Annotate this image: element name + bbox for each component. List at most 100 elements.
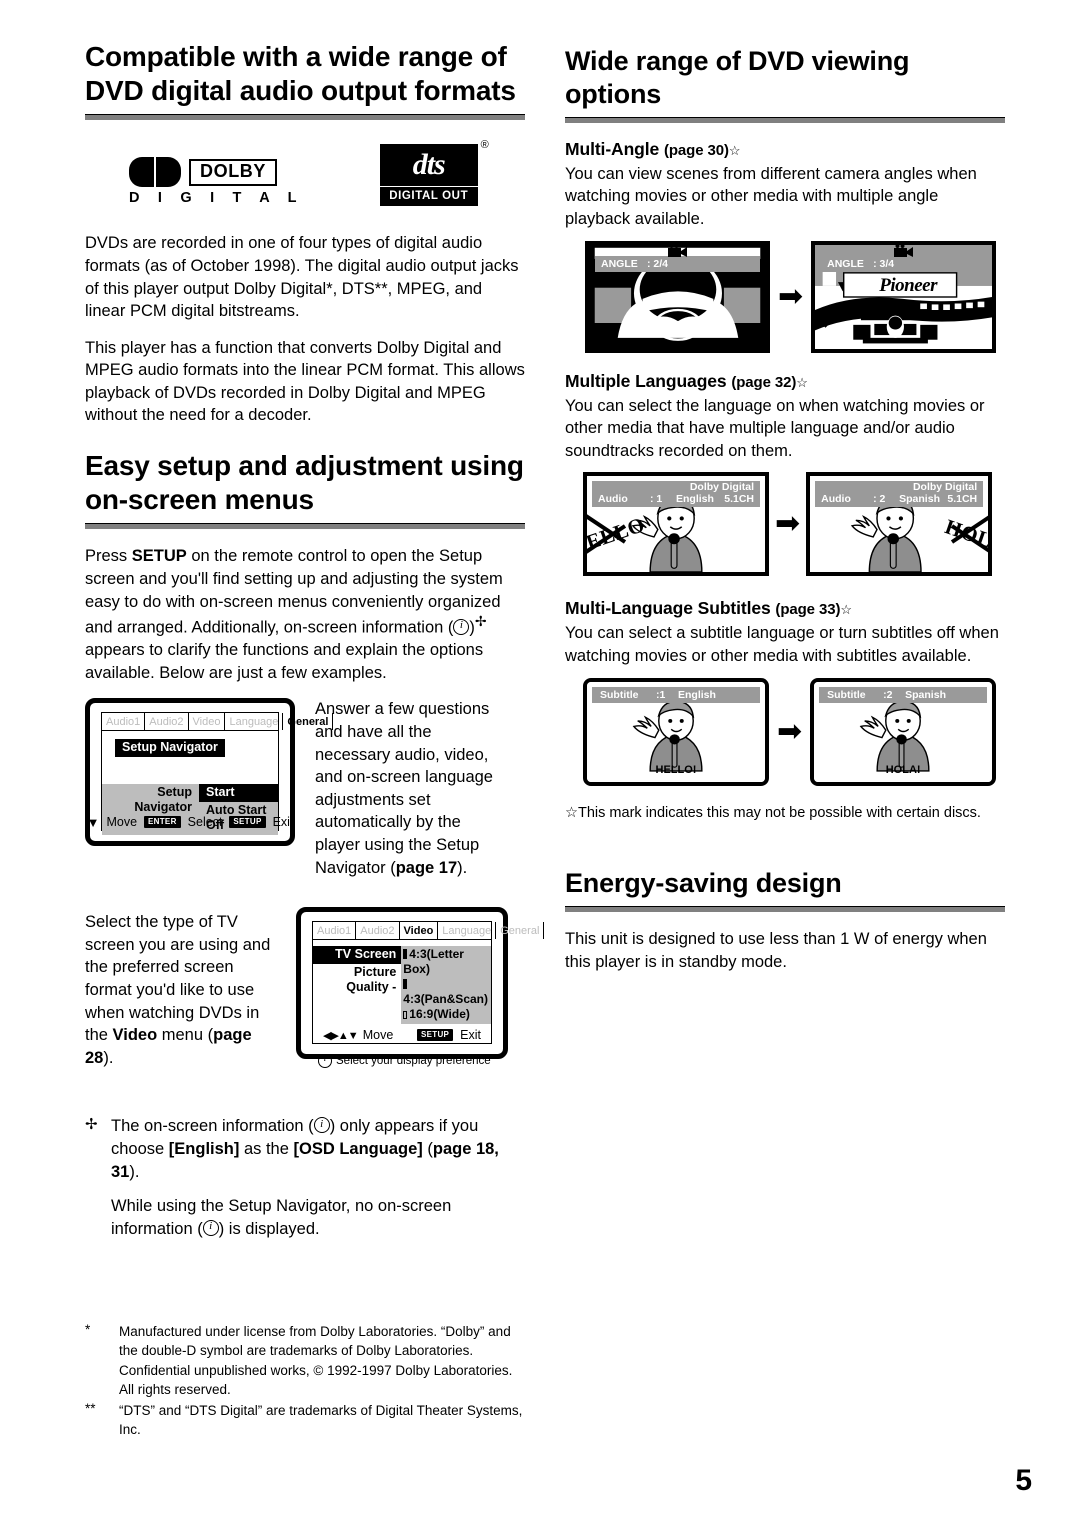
star-icon-multiple-languages: ☆	[796, 374, 808, 390]
caption-setup-navigator-tail: ).	[457, 858, 468, 877]
osd-info-line: Select your display preference	[313, 1053, 491, 1069]
arrow-right-icon-angle: ➡	[778, 278, 804, 314]
subtitle-label-left: Subtitle	[600, 688, 639, 701]
subheading-multi-angle: Multi-Angle (page 30)☆	[565, 139, 1005, 160]
angle-label-left: ANGLE	[601, 257, 638, 270]
subtitle-label-right: Subtitle	[827, 688, 866, 701]
osd-option-4-3-letterbox[interactable]: 4:3(Letter Box)	[401, 946, 491, 977]
note-on-screen-info: ✢ The on-screen information () only appe…	[85, 1115, 525, 1240]
osd-tab-audio1[interactable]: Audio1	[102, 713, 146, 731]
osd-tab-video-language[interactable]: Language	[438, 922, 497, 940]
info-icon	[453, 617, 470, 635]
osd-footer-general: ▼ Move ENTER Select SETUP Exit	[87, 815, 294, 830]
subheading-subtitles: Multi-Language Subtitles (page 33)☆	[565, 598, 1005, 619]
dolby-wordmark: DOLBY	[189, 158, 277, 186]
illustration-row-languages: Dolby Digital Audio : 1 English 5.1CH HE…	[583, 472, 1005, 577]
subtitle-num-left: :1	[656, 688, 666, 701]
caption-page-ref-17: page 17	[395, 858, 458, 877]
note-text-d: (	[422, 1139, 433, 1158]
osd-tab-video[interactable]: Video	[189, 713, 226, 731]
caption-video-text-c: ).	[103, 1048, 114, 1067]
osd-tab-audio2[interactable]: Audio2	[145, 713, 189, 731]
osd-label-tv-screen[interactable]: TV Screen	[313, 946, 402, 965]
info-icon-small	[318, 1053, 332, 1069]
audio-format-line2-left: 5.1CH	[724, 493, 754, 506]
osd-tab-general[interactable]: General	[283, 713, 334, 731]
caption-setup-navigator: Answer a few questions and have all the …	[315, 698, 505, 879]
section-heading-energy: Energy-saving design	[565, 868, 842, 899]
footnote-text-2: “DTS” and “DTS Digital” are trademarks o…	[119, 1402, 523, 1438]
paragraph-audio-formats-1: DVDs are recorded in one of four types o…	[85, 234, 519, 321]
osd-footer-move-label: Move	[106, 815, 138, 830]
caption-video-menu: Select the type of TV screen you are usi…	[85, 907, 280, 1069]
subtitle-caption-left: HELLO!	[655, 763, 697, 776]
osd-bar-subtitle-english: Subtitle :1 English	[592, 686, 760, 703]
paragraph-setup-intro: Press SETUP on the remote control to ope…	[85, 545, 525, 684]
osd-info-line-text: Select your display preference	[336, 1055, 491, 1068]
osd-footer-video-exit-label: Exit	[460, 1028, 481, 1043]
heading-rule	[85, 114, 525, 121]
osd-option-start[interactable]: Start	[199, 784, 278, 803]
note-text-c: as the	[239, 1139, 294, 1158]
paragraph-subtitles: You can select a subtitle language or tu…	[565, 624, 999, 666]
footnote-mark-2: **	[85, 1400, 96, 1416]
info-icon-note-2	[202, 1218, 219, 1236]
osd-option-4-3-panscan[interactable]: 4:3(Pan&Scan)	[401, 977, 491, 1007]
dts-digital-out-label: DIGITAL OUT	[379, 187, 478, 207]
osd-footer-video-move-label: Move	[362, 1028, 394, 1043]
subtitle-lang-right: Spanish	[905, 688, 946, 701]
osd-tab-video-general[interactable]: General	[496, 922, 545, 940]
direction-pad-icon: ◀▶▲▼	[323, 1029, 359, 1042]
osd-option-16-9-wide[interactable]: 16:9(Wide)	[401, 1007, 491, 1024]
audio-num-right: : 2	[873, 493, 886, 506]
paragraph-multiple-languages: You can select the language on when watc…	[565, 396, 985, 460]
note2-text-b: ) is displayed.	[218, 1219, 320, 1238]
subtitle-num-right: :2	[883, 688, 893, 701]
angle-label-right: ANGLE	[827, 257, 864, 270]
right-column: Wide range of DVD viewing options Multi-…	[565, 45, 1005, 987]
osd-tab-video-audio1[interactable]: Audio1	[313, 922, 357, 940]
setup-text-d: appears to clarify the functions and exp…	[85, 641, 484, 682]
subheading-subtitles-text: Multi-Language Subtitles	[565, 598, 771, 619]
paragraph-energy: This unit is designed to use less than 1…	[565, 930, 987, 971]
caption-video-text-b: menu (	[157, 1026, 214, 1045]
dts-wordmark: dts	[412, 148, 446, 182]
illustration-row-subtitles: Subtitle :1 English HELLO! ➡ Subtitle:2…	[583, 677, 1005, 786]
dts-logo: dts ® DIGITAL OUT	[379, 139, 489, 207]
tv-illustration-angle-2-4: ANGLE : 2/4	[585, 240, 770, 353]
footnote-mark-1: *	[85, 1322, 91, 1338]
section-heading-easy-setup: Easy setup and adjustment using on-scree…	[85, 449, 525, 517]
double-d-icon	[129, 157, 181, 188]
audio-format-line1-left: Dolby Digital	[689, 481, 754, 494]
tv-illustration-subtitle-spanish: Subtitle :2 Spanish HOLA!	[810, 677, 997, 786]
osd-bar-subtitle-spanish: Subtitle :2 Spanish	[819, 686, 988, 703]
heading-line-2: DVD digital audio output formats	[85, 75, 516, 107]
dolby-digital-subtext: D I G I T A L	[129, 190, 304, 207]
page-number: 5	[1015, 1464, 1032, 1497]
note-osd-language-keyword: [OSD Language]	[293, 1139, 423, 1158]
paragraph-audio-formats-2: This player has a function that converts…	[85, 338, 525, 425]
osd-footer-select-label: Select	[187, 815, 223, 830]
heading2-line-2: on-screen menus	[85, 484, 314, 516]
osd-title-setup-navigator: Setup Navigator	[115, 739, 225, 758]
dolby-digital-logo: DOLBY D I G I T A L	[129, 157, 304, 206]
subtitle-caption-right: HOLA!	[885, 763, 921, 776]
note-line-group-2: While using the Setup Navigator, no on-s…	[111, 1195, 525, 1240]
osd-tab-video-audio2[interactable]: Audio2	[356, 922, 400, 940]
subheading-multiple-languages: Multiple Languages (page 32)☆	[565, 371, 1005, 392]
subtitle-lang-left: English	[678, 688, 716, 701]
caption-video-text-a: Select the type of TV screen you are usi…	[85, 913, 271, 1045]
subheading-multi-angle-page: (page 30)	[663, 141, 729, 159]
caption-setup-navigator-text: Answer a few questions and have all the …	[315, 700, 493, 877]
osd-video-block: Select the type of TV screen you are usi…	[85, 907, 545, 1069]
tv-illustration-subtitle-english: Subtitle :1 English HELLO!	[583, 677, 769, 786]
subheading-subtitles-page: (page 33)	[775, 601, 841, 619]
osd-tab-video-video[interactable]: Video	[400, 922, 439, 940]
osd-label-picture-quality[interactable]: Picture Quality -	[313, 965, 401, 995]
pioneer-brand-logo: Pioneer	[879, 274, 937, 296]
caption-video-keyword: Video	[112, 1026, 158, 1045]
osd-screenshot-general: Audio1 Audio2 Video Language General Set…	[85, 698, 334, 847]
osd-tab-language[interactable]: Language	[225, 713, 284, 731]
footnote-dolby: * Manufactured under license from Dolby …	[85, 1322, 525, 1399]
heading-rule-energy	[565, 906, 1005, 913]
